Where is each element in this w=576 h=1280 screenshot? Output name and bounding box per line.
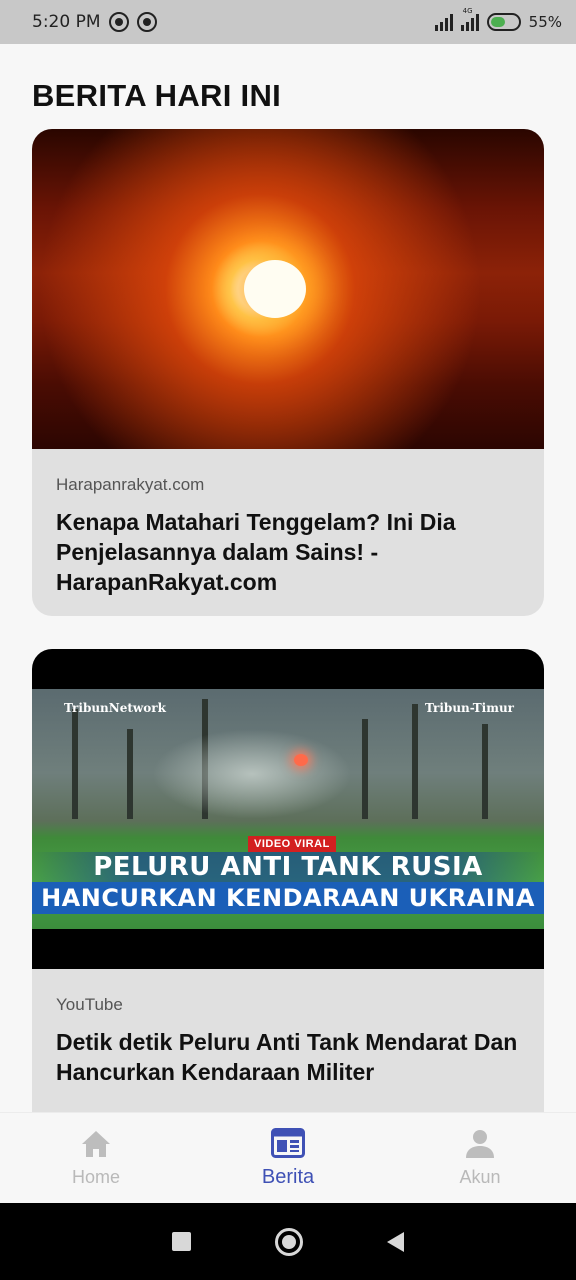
thumbnail-headline-2: HANCURKAN KENDARAAN UKRAINA xyxy=(32,882,544,914)
article-image-sunset xyxy=(32,129,544,449)
article-title: Detik detik Peluru Anti Tank Mendarat Da… xyxy=(56,1029,518,1085)
page-title: BERITA HARI INI xyxy=(32,78,282,113)
nav-label-berita: Berita xyxy=(261,1165,315,1188)
newspaper-icon xyxy=(271,1127,305,1158)
nav-label-akun: Akun xyxy=(459,1166,501,1187)
back-icon[interactable] xyxy=(387,1231,404,1252)
bottom-navigation: Home Berita Akun xyxy=(0,1112,576,1203)
news-card[interactable]: TribunNetwork Tribun-Timur VIDEO VIRAL P… xyxy=(32,649,544,1112)
notification-icon-2 xyxy=(136,12,157,32)
news-card[interactable]: Harapanrakyat.com Kenapa Matahari Tengge… xyxy=(32,129,544,616)
article-source: Harapanrakyat.com xyxy=(56,475,205,494)
article-title: Kenapa Matahari Tenggelam? Ini Dia Penje… xyxy=(56,509,456,595)
home-circle-icon[interactable] xyxy=(275,1227,303,1256)
news-feed[interactable]: BERITA HARI INI Harapanrakyat.com Kenapa… xyxy=(0,44,576,1112)
sun-shape xyxy=(244,260,306,318)
network-type-label: 4G xyxy=(462,7,473,15)
battery-icon xyxy=(486,13,521,31)
signal-4g-icon: 4G xyxy=(460,7,479,31)
article-source: YouTube xyxy=(56,995,123,1014)
notification-icon xyxy=(108,12,129,32)
explosion-flash xyxy=(294,754,308,766)
thumbnail-viral-tag: VIDEO VIRAL xyxy=(248,836,336,852)
person-icon xyxy=(465,1129,495,1159)
status-bar: 5:20 PM 4G 55% xyxy=(0,0,576,44)
thumbnail-watermark-right: Tribun-Timur xyxy=(424,701,514,715)
recents-icon[interactable] xyxy=(172,1232,191,1251)
system-navigation-bar xyxy=(0,1203,576,1280)
nav-item-berita[interactable]: Berita xyxy=(192,1113,384,1204)
thumbnail-watermark-left: TribunNetwork xyxy=(64,701,166,715)
nav-item-akun[interactable]: Akun xyxy=(384,1113,576,1204)
status-time: 5:20 PM xyxy=(32,12,101,32)
thumbnail-scene: TribunNetwork Tribun-Timur VIDEO VIRAL P… xyxy=(32,689,544,929)
nav-label-home: Home xyxy=(71,1166,120,1187)
signal-icon xyxy=(434,13,453,31)
nav-item-home[interactable]: Home xyxy=(0,1113,192,1204)
home-icon xyxy=(80,1129,112,1159)
thumbnail-headline-1: PELURU ANTI TANK RUSIA xyxy=(32,852,544,882)
battery-percent: 55% xyxy=(528,13,562,31)
battery-fill xyxy=(490,17,505,27)
article-image-video-thumbnail: TribunNetwork Tribun-Timur VIDEO VIRAL P… xyxy=(32,649,544,969)
